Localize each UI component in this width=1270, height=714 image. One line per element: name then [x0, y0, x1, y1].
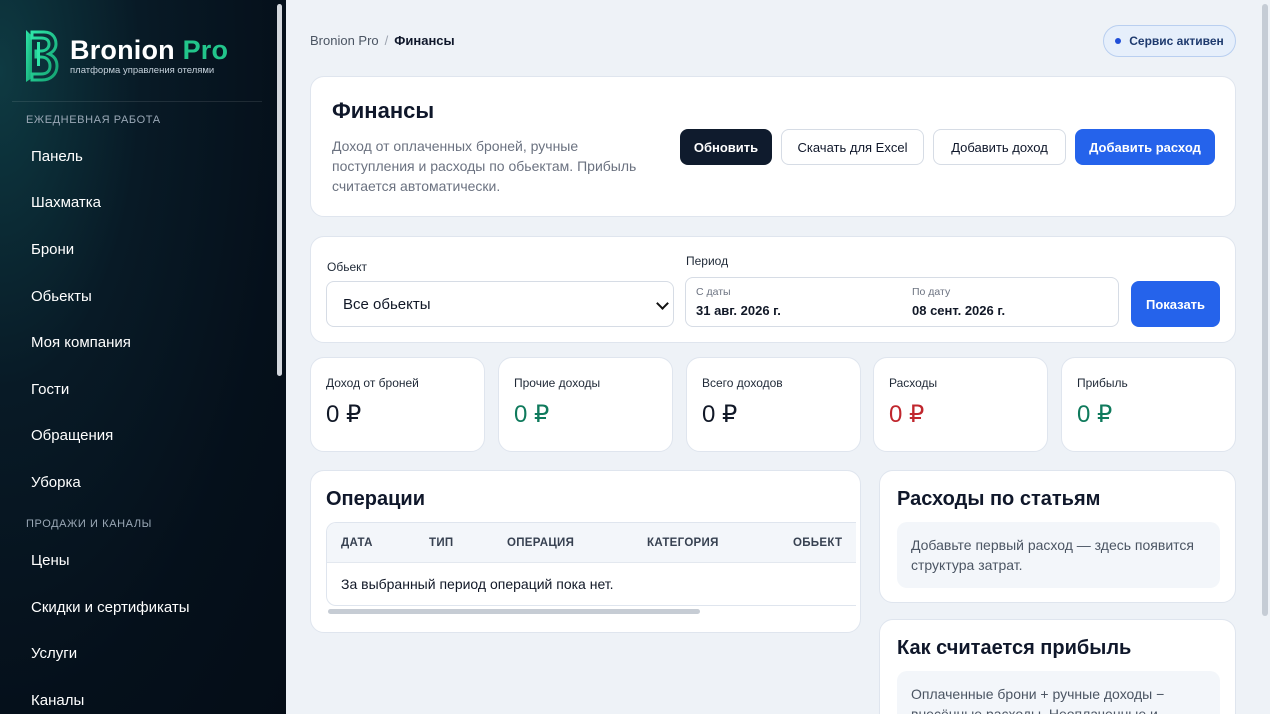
column-operation[interactable]: ОПЕРАЦИЯ: [507, 537, 574, 549]
sidebar-section-sales: ПРОДАЖИ И КАНАЛЫ: [26, 518, 153, 530]
date-to-input[interactable]: 08 сент. 2026 г.: [912, 303, 1005, 318]
finance-header-card: Финансы Доход от оплаченных броней, ручн…: [310, 76, 1236, 217]
breadcrumb-current: Финансы: [394, 33, 455, 48]
brand-logo-icon: [26, 30, 59, 82]
status-badge: Сервис активен: [1103, 25, 1236, 57]
sidebar-divider: [12, 101, 262, 102]
sidebar-item-cleaning[interactable]: Уборка: [31, 474, 81, 491]
brand-tagline: платформа управления отелями: [70, 65, 215, 76]
brand-name-accent: Pro: [182, 35, 229, 65]
brand[interactable]: Bronion Pro платформа управления отелями: [22, 26, 228, 86]
page-title: Финансы: [332, 98, 435, 123]
stat-card-other-income: Прочие доходы 0 ₽: [498, 357, 673, 452]
table-horizontal-scrollbar[interactable]: [328, 609, 700, 614]
expenses-by-category-title: Расходы по статьям: [897, 488, 1101, 510]
stat-value: 0 ₽: [514, 401, 550, 428]
filters-card: Обьект Все обьекты Период С даты 31 авг.…: [310, 236, 1236, 343]
stat-value: 0 ₽: [1077, 401, 1113, 428]
page-description: Доход от оплаченных броней, ручные посту…: [332, 138, 637, 194]
object-select[interactable]: Все обьекты: [326, 281, 674, 327]
sidebar-item-services[interactable]: Услуги: [31, 645, 77, 662]
date-from-label: С даты: [696, 286, 731, 298]
stat-card-total-income: Всего доходов 0 ₽: [686, 357, 861, 452]
period-label: Период: [686, 254, 729, 268]
status-dot-icon: [1115, 38, 1122, 44]
stat-label: Прибыль: [1077, 376, 1128, 390]
sidebar: Bronion Pro платформа управления отелями…: [0, 0, 286, 714]
column-category[interactable]: КАТЕГОРИЯ: [647, 537, 719, 549]
export-excel-button[interactable]: Скачать для Excel: [781, 129, 924, 165]
operations-card: Операции ДАТА ТИП ОПЕРАЦИЯ КАТЕГОРИЯ ОБЬ…: [310, 470, 861, 633]
profit-info-hint: Оплаченные брони + ручные доходы − внесё…: [897, 671, 1220, 714]
profit-info-title: Как считается прибыль: [897, 637, 1132, 659]
sidebar-item-company[interactable]: Моя компания: [31, 334, 131, 351]
brand-name: Bronion Pro: [70, 36, 228, 64]
stat-card-expenses: Расходы 0 ₽: [873, 357, 1048, 452]
page-scrollbar-thumb[interactable]: [1262, 4, 1268, 616]
stat-card-profit: Прибыль 0 ₽: [1061, 357, 1236, 452]
column-object[interactable]: ОБЬЕКТ: [793, 537, 842, 549]
stat-value: 0 ₽: [702, 401, 738, 428]
table-empty-message: За выбранный период операций пока нет.: [341, 576, 614, 592]
status-label: Сервис активен: [1129, 34, 1224, 48]
sidebar-section-daily: ЕЖЕДНЕВНАЯ РАБОТА: [26, 114, 161, 126]
sidebar-item-requests[interactable]: Обращения: [31, 427, 113, 444]
page-scrollbar[interactable]: [1260, 0, 1270, 714]
date-range-field: С даты 31 авг. 2026 г. По дату 08 сент. …: [685, 277, 1119, 327]
add-income-button[interactable]: Добавить доход: [933, 129, 1066, 165]
stat-value: 0 ₽: [326, 401, 362, 428]
brand-name-main: Bronion: [70, 35, 175, 65]
expenses-hint: Добавьте первый расход — здесь появится …: [897, 522, 1220, 588]
object-select-value: Все обьекты: [343, 295, 431, 313]
date-from-input[interactable]: 31 авг. 2026 г.: [696, 303, 781, 318]
breadcrumb: Bronion Pro / Финансы: [310, 33, 455, 48]
sidebar-scrollbar[interactable]: [277, 4, 282, 376]
breadcrumb-separator: /: [384, 33, 389, 48]
sidebar-item-bookings[interactable]: Брони: [31, 241, 74, 258]
object-filter-label: Обьект: [327, 260, 368, 274]
stat-card-booking-income: Доход от броней 0 ₽: [310, 357, 485, 452]
stat-label: Доход от броней: [326, 376, 419, 390]
operations-title: Операции: [326, 488, 425, 510]
column-date[interactable]: ДАТА: [341, 537, 373, 549]
expenses-by-category-card: Расходы по статьям Добавьте первый расхо…: [879, 470, 1236, 603]
stat-value: 0 ₽: [889, 401, 925, 428]
sidebar-item-channels[interactable]: Каналы: [31, 692, 84, 709]
stat-label: Прочие доходы: [514, 376, 601, 390]
sidebar-item-dashboard[interactable]: Панель: [31, 148, 83, 165]
stat-label: Расходы: [889, 376, 938, 390]
column-type[interactable]: ТИП: [429, 537, 453, 549]
table-header: ДАТА ТИП ОПЕРАЦИЯ КАТЕГОРИЯ ОБЬЕКТ: [327, 523, 856, 563]
add-expense-button[interactable]: Добавить расход: [1075, 129, 1215, 165]
profit-info-card: Как считается прибыль Оплаченные брони +…: [879, 619, 1236, 714]
stat-label: Всего доходов: [702, 376, 783, 390]
brand-text: Bronion Pro платформа управления отелями: [70, 36, 228, 76]
sidebar-item-guests[interactable]: Гости: [31, 381, 69, 398]
sidebar-item-prices[interactable]: Цены: [31, 552, 70, 569]
operations-table: ДАТА ТИП ОПЕРАЦИЯ КАТЕГОРИЯ ОБЬЕКТ За вы…: [326, 522, 856, 606]
sidebar-item-chessboard[interactable]: Шахматка: [31, 194, 101, 211]
sidebar-item-objects[interactable]: Обьекты: [31, 288, 92, 305]
show-button[interactable]: Показать: [1131, 281, 1220, 327]
breadcrumb-root[interactable]: Bronion Pro: [310, 33, 379, 48]
chevron-down-icon: [656, 297, 669, 310]
sidebar-item-discounts[interactable]: Скидки и сертификаты: [31, 599, 190, 616]
refresh-button[interactable]: Обновить: [680, 129, 772, 165]
date-to-label: По дату: [912, 286, 951, 298]
